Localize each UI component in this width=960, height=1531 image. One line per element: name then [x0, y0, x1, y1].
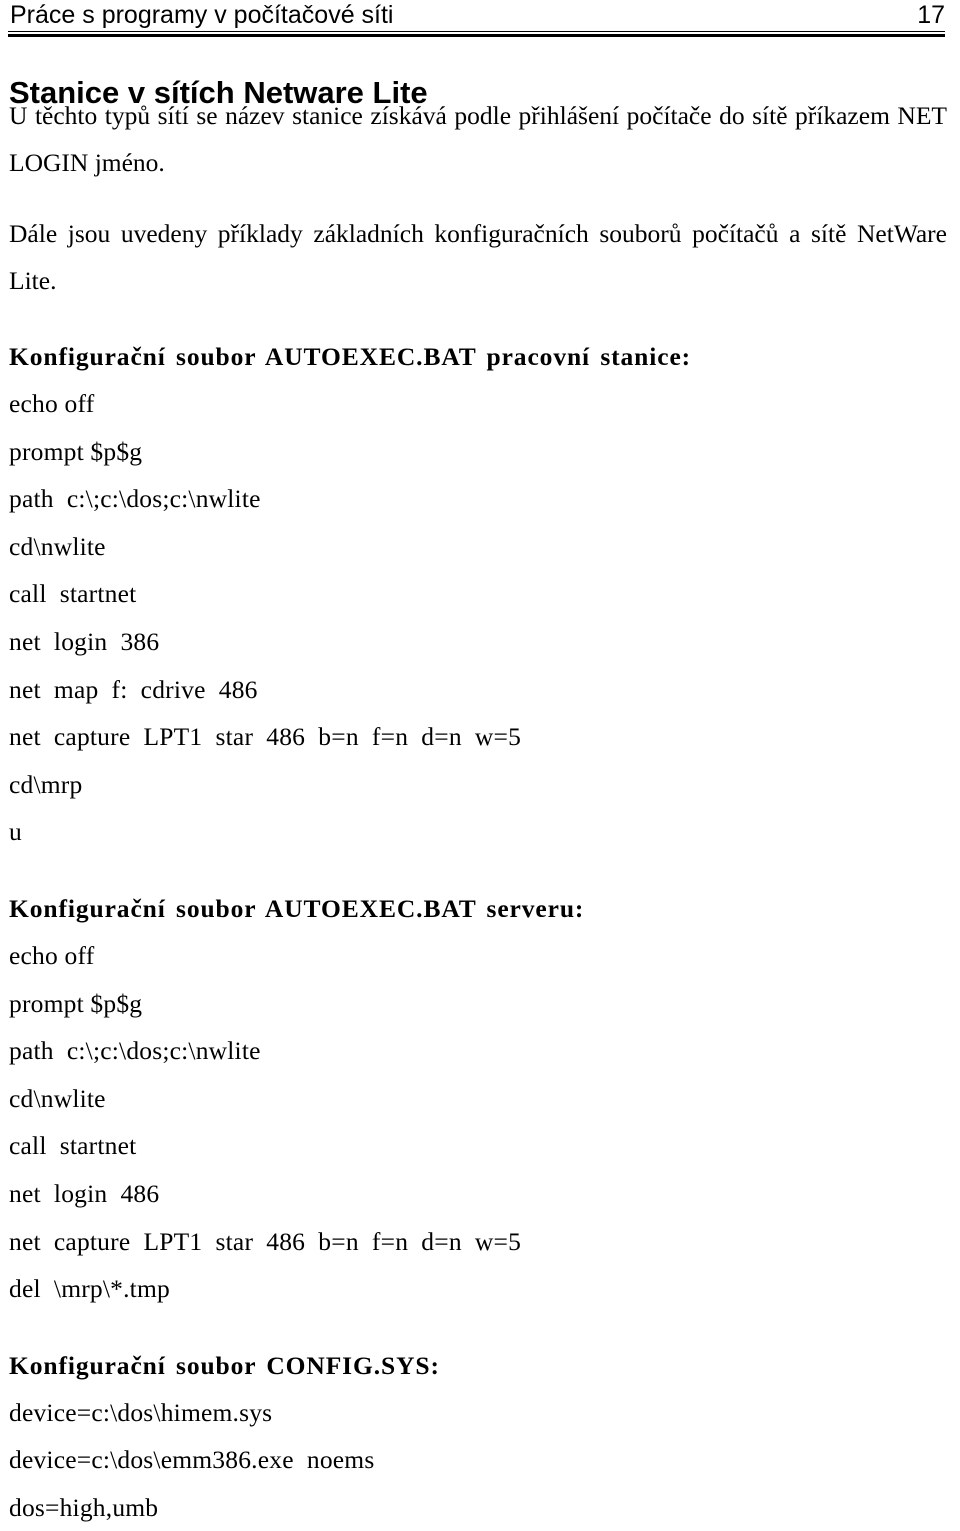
header-rule-thick	[8, 34, 945, 37]
config-line: dos=high,umb	[9, 1492, 159, 1522]
config-line: net login 386	[9, 626, 160, 656]
body-paragraph: Dále jsou uvedeny příklady základních ko…	[9, 219, 947, 295]
config-line: call startnet	[9, 579, 137, 609]
document-page: Práce s programy v počítačové síti 17 St…	[0, 0, 960, 1522]
page-number: 17	[917, 1, 945, 29]
document-body: U těchto typů sítí se název stanice získ…	[9, 92, 947, 1531]
config-block: Konfigurační soubor CONFIG.SYS: device=c:…	[9, 1342, 947, 1531]
config-line: net map f: cdrive 486	[9, 674, 258, 704]
config-line: cd\nwlite	[9, 531, 106, 561]
config-line: echo off	[9, 389, 95, 418]
config-block: Konfigurační soubor AUTOEXEC.BAT pracovn…	[9, 333, 947, 856]
config-line: device=c:\dos\emm386.exe noems	[9, 1445, 375, 1475]
config-block: Konfigurační soubor AUTOEXEC.BAT serveru…	[9, 885, 947, 1313]
body-paragraph: U těchto typů sítí se název stanice získ…	[9, 101, 947, 177]
config-line: cd\nwlite	[9, 1083, 106, 1113]
config-block-heading: Konfigurační soubor AUTOEXEC.BAT serveru…	[9, 893, 585, 923]
config-block-heading: Konfigurační soubor AUTOEXEC.BAT pracovn…	[9, 342, 692, 371]
config-line: net capture LPT1 star 486 b=n f=n d=n w=…	[9, 1226, 522, 1256]
config-line: net login 486	[9, 1178, 160, 1208]
config-block-heading: Konfigurační soubor CONFIG.SYS:	[9, 1350, 440, 1380]
running-head-title: Práce s programy v počítačové síti	[10, 1, 394, 29]
intro-paragraphs: U těchto typů sítí se název stanice získ…	[9, 92, 947, 304]
config-line: cd\mrp	[9, 769, 83, 799]
running-head: Práce s programy v počítačové síti 17	[10, 0, 945, 32]
config-line: call startnet	[9, 1131, 137, 1161]
config-line: path c:\;c:\dos;c:\nwlite	[9, 1036, 261, 1066]
config-line: prompt $p$g	[9, 988, 143, 1018]
config-line: del \mrp\*.tmp	[9, 1274, 170, 1304]
config-blocks: Konfigurační soubor AUTOEXEC.BAT pracovn…	[9, 333, 947, 1531]
config-line: device=c:\dos\himem.sys	[9, 1397, 273, 1427]
config-line: prompt $p$g	[9, 436, 143, 466]
config-line: u	[9, 817, 22, 847]
config-line: echo off	[9, 940, 95, 970]
header-rule-thin	[8, 31, 945, 32]
config-line: path c:\;c:\dos;c:\nwlite	[9, 484, 261, 514]
config-line: net capture LPT1 star 486 b=n f=n d=n w=…	[9, 722, 522, 752]
